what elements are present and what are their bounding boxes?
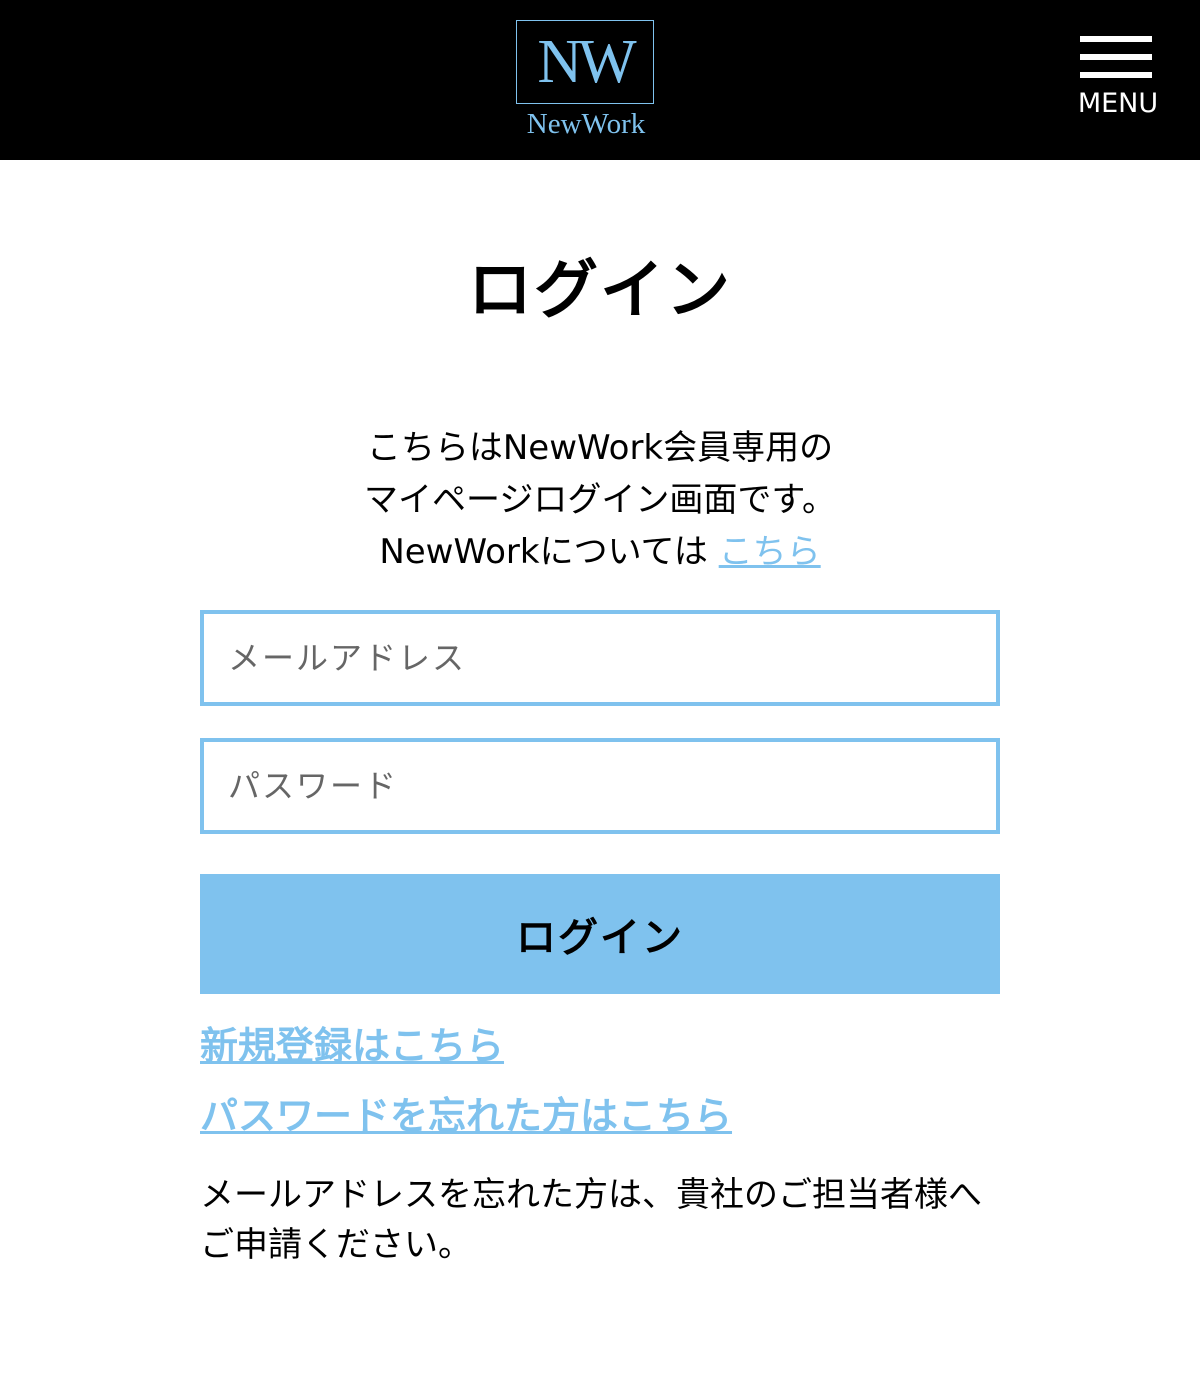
intro-line-3: NewWorkについては こちら — [200, 526, 1000, 578]
email-input[interactable] — [200, 610, 1000, 706]
intro-line-1: こちらはNewWork会員専用の — [366, 428, 834, 468]
login-button[interactable]: ログイン — [200, 874, 1000, 994]
password-input[interactable] — [200, 738, 1000, 834]
about-link[interactable]: こちら — [719, 532, 821, 572]
intro-text: こちらはNewWork会員専用の マイページログイン画面です。 NewWorkに… — [200, 422, 1000, 578]
forgot-password-link[interactable]: パスワードを忘れた方はこちら — [200, 1094, 732, 1140]
page-title: ログイン — [468, 254, 732, 328]
site-logo[interactable]: NW NewWork — [500, 20, 672, 148]
intro-line-3-text: NewWorkについては — [379, 532, 719, 572]
logo-wordmark: NewWork — [526, 108, 646, 140]
register-link[interactable]: 新規登録はこちら — [200, 1024, 504, 1070]
menu-button[interactable]: MENU — [1068, 36, 1168, 126]
menu-label: MENU — [1077, 88, 1159, 119]
site-header: NW NewWork MENU — [0, 0, 1200, 160]
logo-mark: NW — [516, 20, 654, 104]
email-help-note: メールアドレスを忘れた方は、貴社のご担当者様へご申請ください。 — [200, 1175, 982, 1265]
intro-line-2: マイページログイン画面です。 — [364, 480, 836, 520]
